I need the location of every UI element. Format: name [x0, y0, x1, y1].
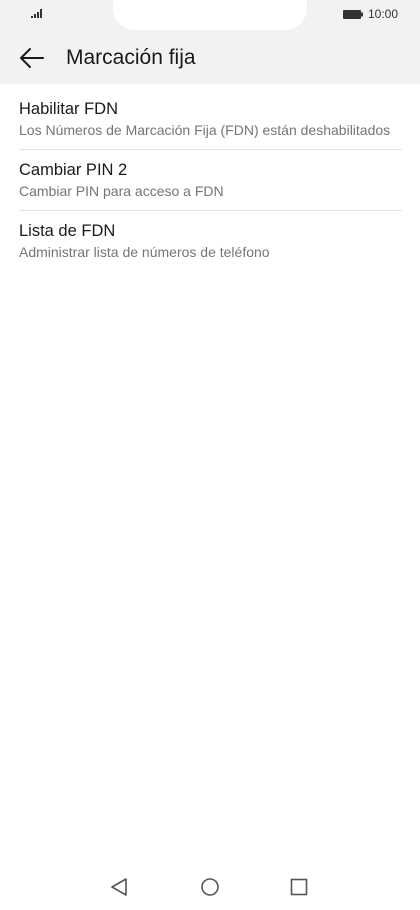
item-title: Lista de FDN [19, 222, 116, 240]
app-bar: Marcación fija [0, 30, 420, 84]
status-time: 10:00 [368, 7, 399, 21]
battery-icon [343, 10, 363, 19]
list-item-fdn-list[interactable]: Lista de FDN Administrar lista de número… [0, 210, 420, 271]
page-title: Marcación fija [66, 46, 196, 69]
list-item-enable-fdn[interactable]: Habilitar FDN Los Números de Marcación F… [0, 88, 420, 149]
square-recents-icon[interactable] [288, 876, 310, 898]
navigation-bar [0, 862, 420, 910]
status-bar: 10:00 [0, 0, 420, 30]
item-title: Habilitar FDN [19, 100, 119, 118]
item-subtitle: Administrar lista de números de teléfono [19, 244, 270, 260]
arrow-left-icon [20, 48, 44, 68]
circle-home-icon[interactable] [199, 876, 221, 898]
item-subtitle: Los Números de Marcación Fija (FDN) está… [19, 122, 391, 138]
item-title: Cambiar PIN 2 [19, 161, 128, 179]
list-item-change-pin2[interactable]: Cambiar PIN 2 Cambiar PIN para acceso a … [0, 149, 420, 210]
display-notch [113, 0, 307, 30]
item-subtitle: Cambiar PIN para acceso a FDN [19, 183, 224, 199]
back-button[interactable] [12, 40, 52, 76]
signal-icon [31, 9, 42, 18]
settings-list: Habilitar FDN Los Números de Marcación F… [0, 88, 420, 271]
triangle-back-icon[interactable] [108, 876, 130, 898]
